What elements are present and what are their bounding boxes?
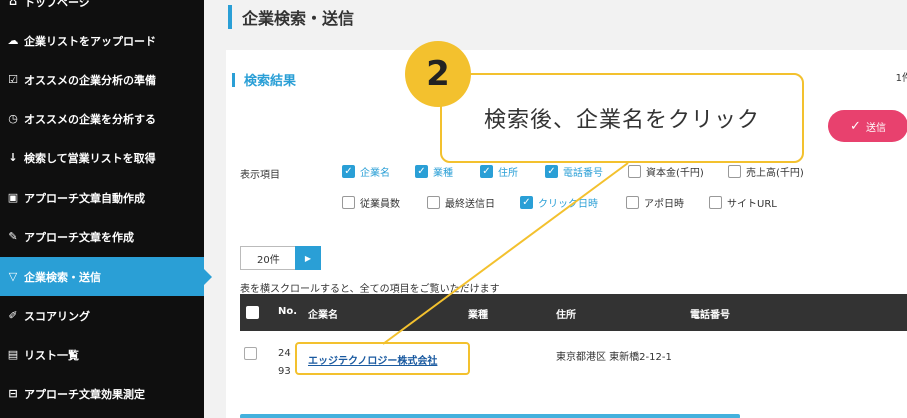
checkbox-icon: ☑ xyxy=(8,73,18,86)
display-columns-label: 表示項目 xyxy=(240,170,280,181)
step-badge: 2 xyxy=(405,41,471,107)
send-button[interactable]: ✓ 送信 xyxy=(828,110,907,142)
sidebar-item-label: 検索して営業リストを取得 xyxy=(24,151,156,165)
table-header: No. 企業名 業種 住所 電話番号 xyxy=(240,294,907,331)
sidebar-item-label: 企業リストをアップロード xyxy=(24,34,156,48)
sidebar-item-upload[interactable]: ☁ 企業リストをアップロード xyxy=(0,21,204,60)
column-toggle-industry[interactable]: ✓ 業種 xyxy=(415,164,453,179)
column-toggle-label: クリック日時 xyxy=(538,199,598,210)
header-industry: 業種 xyxy=(468,310,488,321)
sidebar-item-search-send[interactable]: ▽ 企業検索・送信 xyxy=(0,257,212,296)
column-toggle-label: 企業名 xyxy=(360,168,390,179)
section-header: 検索結果 xyxy=(232,70,296,89)
header-address: 住所 xyxy=(556,310,576,321)
download-icon: ↓ xyxy=(8,151,18,164)
page-header: 企業検索・送信 xyxy=(228,4,354,30)
highlight-box xyxy=(295,342,470,375)
row-address: 東京都港区 東新橋2-12-1 xyxy=(556,352,672,363)
sidebar-item-search-list[interactable]: ↓ 検索して営業リストを取得 xyxy=(0,138,204,177)
sidebar-item-label: アプローチ文章効果測定 xyxy=(24,387,145,401)
sidebar-item-analyze[interactable]: ◷ オススメの企業を分析する xyxy=(0,99,204,138)
sidebar-item-analysis-prep[interactable]: ☑ オススメの企業分析の準備 xyxy=(0,60,204,99)
sidebar-item-label: オススメの企業分析の準備 xyxy=(24,73,156,87)
row-number: 24 xyxy=(278,348,291,359)
column-toggle-capital[interactable]: 資本金(千円) xyxy=(628,164,704,179)
sidebar-item-label: オススメの企業を分析する xyxy=(24,112,156,126)
row-checkbox[interactable] xyxy=(244,347,257,360)
play-arrow-icon[interactable]: ▶ xyxy=(295,246,321,270)
sidebar-item-effect[interactable]: ⊟ アプローチ文章効果測定 xyxy=(0,374,204,413)
cloud-upload-icon: ☁ xyxy=(7,34,19,47)
column-toggle-sales[interactable]: 売上高(千円) xyxy=(728,164,804,179)
column-toggle-appointment[interactable]: アポ日時 xyxy=(626,195,684,210)
result-count: 1件 xyxy=(895,73,907,84)
column-toggle-label: 最終送信日 xyxy=(445,199,495,210)
column-toggle-label: 住所 xyxy=(498,168,518,179)
select-all-checkbox[interactable] xyxy=(246,306,259,319)
per-page-value: 20件 xyxy=(240,246,295,270)
column-toggle-last-sent[interactable]: 最終送信日 xyxy=(427,195,495,210)
header-company: 企業名 xyxy=(308,310,338,321)
column-toggle-label: 電話番号 xyxy=(563,168,603,179)
pen-icon: ✐ xyxy=(8,309,18,322)
send-icon: ▽ xyxy=(8,270,18,283)
checkbox-icon: ✓ xyxy=(545,165,558,178)
sidebar-item-label: リスト一覧 xyxy=(24,348,79,362)
checkbox-icon: ✓ xyxy=(415,165,428,178)
home-icon: ⌂ xyxy=(9,0,17,8)
column-toggle-label: アポ日時 xyxy=(644,199,684,210)
section-title: 検索結果 xyxy=(244,74,297,89)
sidebar-item-auto-create[interactable]: ▣ アプローチ文章自動作成 xyxy=(0,178,204,217)
column-toggle-site-url[interactable]: サイトURL xyxy=(709,195,777,210)
column-toggle-address[interactable]: ✓ 住所 xyxy=(480,164,518,179)
sidebar-item-label: アプローチ文章自動作成 xyxy=(24,191,145,205)
column-toggle-label: サイトURL xyxy=(727,199,777,210)
per-page-select[interactable]: 20件 ▶ xyxy=(240,246,321,270)
column-toggle-label: 従業員数 xyxy=(360,199,400,210)
row-number-cont: 93 xyxy=(278,366,291,377)
horizontal-scrollbar[interactable] xyxy=(240,414,740,418)
title-accent xyxy=(228,5,232,29)
chart-icon: ⊟ xyxy=(8,387,18,400)
sidebar-item-label: トップページ xyxy=(24,0,90,9)
checkbox-icon: ✓ xyxy=(480,165,493,178)
checkbox-icon: ✓ xyxy=(520,196,533,209)
sidebar: ⌂ トップページ ☁ 企業リストをアップロード ☑ オススメの企業分析の準備 ◷… xyxy=(0,0,212,418)
sidebar-item-top[interactable]: ⌂ トップページ xyxy=(0,0,204,21)
column-toggle-label: 資本金(千円) xyxy=(646,168,704,179)
checkbox-icon xyxy=(628,165,641,178)
sidebar-item-label: 企業検索・送信 xyxy=(24,270,101,284)
document-icon: ▣ xyxy=(7,191,19,204)
sidebar-item-list[interactable]: ▤ リスト一覧 xyxy=(0,335,204,374)
checkbox-icon xyxy=(342,196,355,209)
header-no: No. xyxy=(278,306,298,317)
column-toggle-click-time[interactable]: ✓ クリック日時 xyxy=(520,195,598,210)
checkbox-icon xyxy=(626,196,639,209)
clock-icon: ◷ xyxy=(8,112,18,125)
instruction-text: 検索後、企業名をクリック xyxy=(483,108,760,133)
section-accent xyxy=(232,72,235,87)
check-icon: ✓ xyxy=(850,118,861,134)
sidebar-item-create[interactable]: ✎ アプローチ文章を作成 xyxy=(0,217,204,256)
sidebar-item-label: スコアリング xyxy=(24,309,90,323)
instruction-callout: 検索後、企業名をクリック xyxy=(440,73,804,163)
scroll-hint: 表を横スクロールすると、全ての項目をご覧いただけます xyxy=(240,284,500,295)
column-toggle-employees[interactable]: 従業員数 xyxy=(342,195,400,210)
sidebar-item-scoring[interactable]: ✐ スコアリング xyxy=(0,296,204,335)
sidebar-item-label: アプローチ文章を作成 xyxy=(24,230,134,244)
checkbox-icon: ✓ xyxy=(342,165,355,178)
header-phone: 電話番号 xyxy=(690,310,730,321)
list-icon: ▤ xyxy=(7,348,19,361)
column-toggle-company[interactable]: ✓ 企業名 xyxy=(342,164,390,179)
checkbox-icon xyxy=(709,196,722,209)
checkbox-icon xyxy=(728,165,741,178)
send-button-label: 送信 xyxy=(865,122,886,134)
page-title: 企業検索・送信 xyxy=(242,9,355,28)
column-toggle-label: 業種 xyxy=(433,168,453,179)
edit-icon: ✎ xyxy=(8,230,18,243)
column-toggle-phone[interactable]: ✓ 電話番号 xyxy=(545,164,603,179)
checkbox-icon xyxy=(427,196,440,209)
column-toggle-label: 売上高(千円) xyxy=(746,168,804,179)
